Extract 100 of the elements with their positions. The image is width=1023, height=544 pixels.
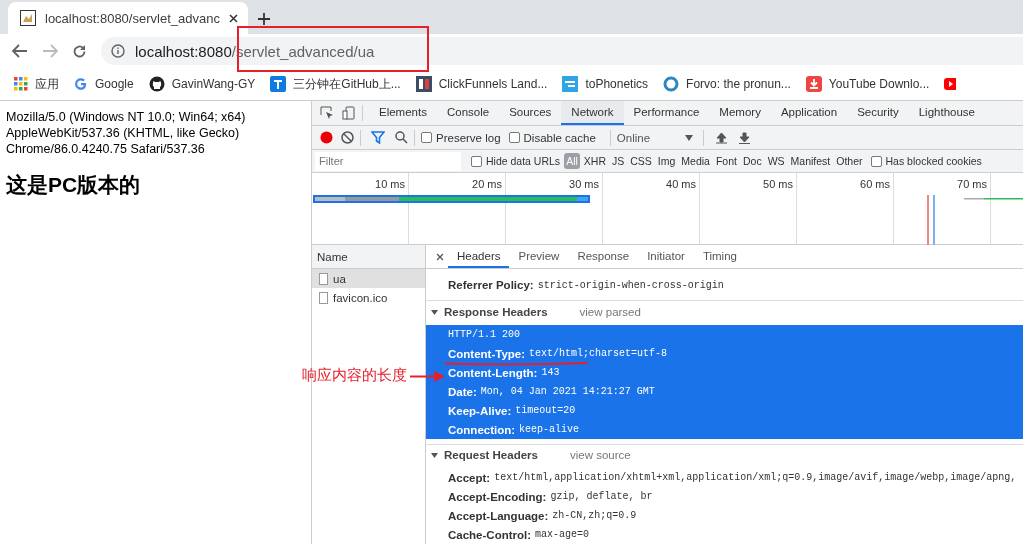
devtools-tab[interactable]: Elements — [369, 101, 437, 125]
google-g-icon — [74, 77, 88, 91]
clear-icon[interactable] — [341, 131, 354, 144]
devtools-tab[interactable]: Application — [770, 101, 848, 125]
bookmark[interactable]: GavinWang-GY — [148, 76, 256, 92]
devtools-tab[interactable]: Network — [561, 101, 624, 125]
ring-icon — [663, 76, 680, 92]
type-filter[interactable]: Other — [834, 153, 865, 169]
bookmark[interactable]: Google — [74, 77, 134, 91]
header-name: Accept-Encoding: — [448, 490, 547, 503]
request-item[interactable]: ua — [312, 269, 425, 288]
checkbox[interactable]: Has blocked cookies — [870, 155, 982, 167]
download-icon[interactable] — [738, 131, 750, 144]
detail-tab[interactable]: Response — [568, 245, 639, 268]
type-filter[interactable]: Doc — [740, 153, 764, 169]
type-filter[interactable]: CSS — [628, 153, 654, 169]
reload-icon[interactable] — [72, 43, 87, 59]
detail-tab[interactable]: Preview — [509, 245, 569, 268]
header-name: Keep-Alive: — [448, 404, 512, 417]
type-filter[interactable]: WS — [765, 153, 787, 169]
annotation-text: 响应内容的长度 — [302, 366, 407, 385]
time-tick: 20 ms — [472, 178, 502, 190]
search-icon[interactable] — [395, 131, 408, 144]
detail-tab[interactable]: Initiator — [638, 245, 694, 268]
expand-triangle-icon[interactable] — [431, 308, 438, 316]
header-name: Date: — [448, 385, 477, 398]
filter-field[interactable]: Filter — [315, 151, 461, 171]
upload-icon[interactable] — [715, 131, 727, 144]
header-value: zh-CN,zh;q=0.9 — [552, 510, 637, 521]
bookmark[interactable]: Forvo: the pronun... — [663, 76, 791, 92]
square-logo-icon — [562, 76, 579, 92]
header-name: Referrer Policy: — [448, 279, 534, 291]
bookmark[interactable]: toPhonetics — [562, 76, 649, 92]
header-value: max-age=0 — [535, 529, 590, 540]
header-name: Accept-Language: — [448, 509, 549, 522]
apps-grid-icon — [14, 77, 28, 91]
time-tick: 70 ms — [957, 178, 987, 190]
back-arrow-icon[interactable] — [12, 44, 28, 58]
header-value: 143 — [541, 367, 560, 378]
throttling-select[interactable]: Online — [616, 131, 693, 144]
browser-tab[interactable]: localhost:8080/servlet_advanc — [8, 2, 248, 34]
type-filter[interactable]: XHR — [581, 153, 608, 169]
dropdown-caret-icon — [684, 134, 693, 141]
close-icon[interactable] — [436, 252, 444, 261]
inspect-icon[interactable] — [320, 106, 334, 120]
devtools-tab[interactable]: Performance — [623, 101, 710, 125]
devtools-tab[interactable]: Memory — [709, 101, 771, 125]
toggle-link[interactable]: view source — [569, 449, 631, 461]
header-value: text/html;charset=utf-8 — [529, 348, 668, 359]
cat-silhouette-icon — [148, 76, 165, 92]
header-name: Content-Type: — [448, 347, 526, 360]
detail-tab[interactable]: Headers — [448, 245, 510, 268]
bookmark[interactable]: 三分钟在GitHub上... — [270, 75, 401, 93]
header-name: Connection: — [448, 423, 516, 436]
bookmark[interactable]: ClickFunnels Land... — [415, 76, 548, 92]
type-filter[interactable]: Img — [655, 153, 678, 169]
time-tick: 50 ms — [763, 178, 793, 190]
header-value: text/html,application/xhtml+xml,application/xml;q=0.9,image/avif,image/webp,image/apng, — [494, 472, 1017, 483]
info-icon — [111, 44, 125, 58]
time-tick: 60 ms — [860, 178, 890, 190]
devtools-tab[interactable]: Lighthouse — [908, 101, 985, 125]
header-value: gzip, deflate, br — [550, 491, 653, 502]
detail-tab[interactable]: Timing — [693, 245, 746, 268]
checkbox[interactable]: Hide data URLs — [471, 155, 561, 167]
header-name: Accept: — [448, 471, 491, 484]
type-filter[interactable]: Manifest — [788, 153, 833, 169]
device-icon[interactable] — [342, 106, 356, 120]
checkbox[interactable]: Preserve log — [421, 131, 501, 144]
header-value: timeout=20 — [515, 405, 576, 416]
file-icon — [319, 272, 328, 285]
header-name: Cache-Control: — [448, 528, 532, 541]
user-agent-text: Mozilla/5.0 (Windows NT 10.0; Win64; x64) AppleWebKit/537.36 (KHTML, like Gecko) Chrome/86.0.4240.75 Safari/537.36 — [6, 109, 247, 157]
new-tab-icon[interactable] — [258, 13, 270, 25]
checkbox[interactable]: Disable cache — [508, 131, 596, 144]
devtools-tab[interactable]: Console — [436, 101, 500, 125]
toggle-link[interactable]: view parsed — [579, 306, 641, 318]
expand-triangle-icon[interactable] — [431, 451, 438, 459]
status-line: HTTP/1.1 200 — [448, 329, 520, 340]
header-name: Content-Length: — [448, 366, 538, 379]
devtools-tab[interactable]: Sources — [499, 101, 562, 125]
bookmark[interactable]: YouTube Downlo... — [805, 76, 930, 92]
devtools-tab[interactable]: Security — [847, 101, 909, 125]
arrow — [410, 371, 446, 382]
record-icon[interactable] — [320, 131, 333, 144]
column-header: Name — [312, 245, 425, 269]
close-icon[interactable] — [229, 13, 238, 23]
bookmark[interactable]: 应用 — [14, 75, 59, 93]
filter-icon[interactable] — [371, 131, 385, 144]
file-icon — [319, 291, 328, 304]
section-title: Response Headers — [444, 306, 548, 318]
bookmark[interactable] — [944, 78, 957, 90]
square-logo-icon — [415, 76, 432, 92]
header-value: Mon, 04 Jan 2021 14:21:27 GMT — [480, 386, 655, 397]
type-filter[interactable]: Font — [713, 153, 739, 169]
favicon-icon — [20, 10, 36, 26]
time-tick: 40 ms — [666, 178, 696, 190]
header-value: strict-origin-when-cross-origin — [537, 279, 724, 291]
page-heading: 这是PC版本的 — [6, 172, 142, 198]
type-filter[interactable]: Media — [679, 153, 712, 169]
type-filter[interactable]: JS — [609, 153, 627, 169]
